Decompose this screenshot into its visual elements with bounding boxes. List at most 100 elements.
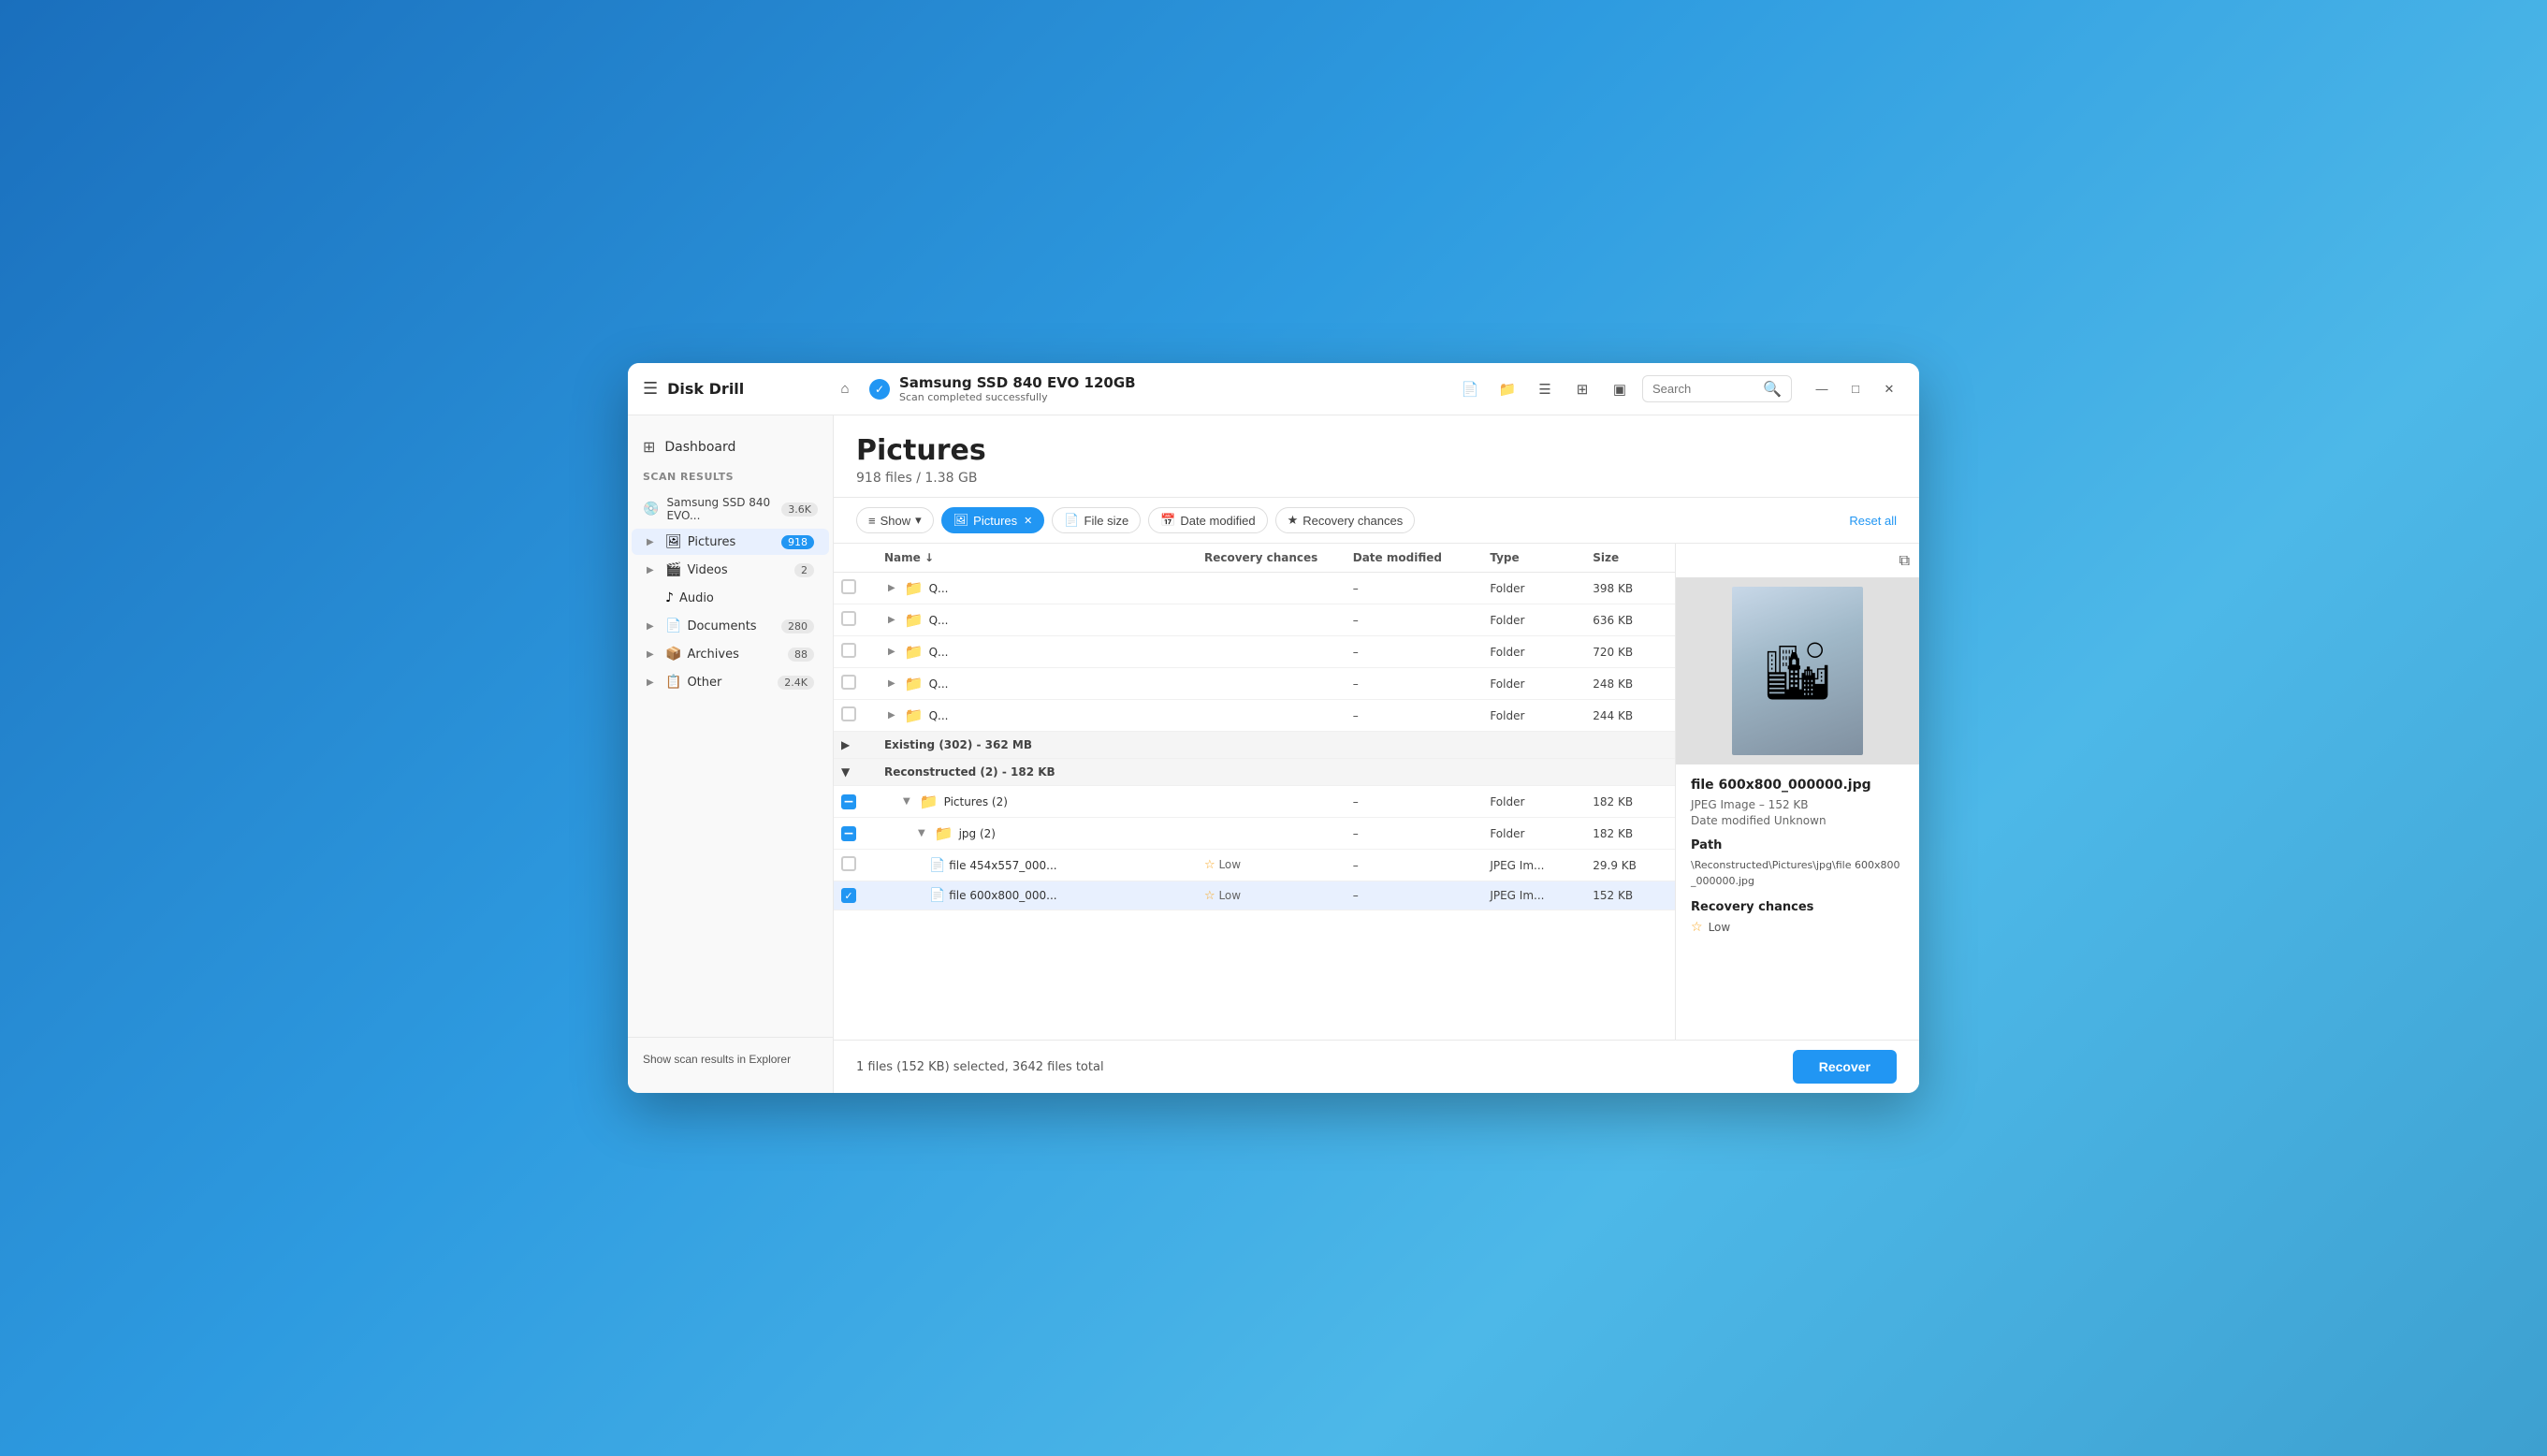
home-button[interactable]: ⌂ bbox=[830, 374, 860, 404]
table-row[interactable]: ▶ 📁 Q... – Folder 398 KB bbox=[834, 573, 1675, 604]
close-button[interactable]: ✕ bbox=[1874, 374, 1904, 404]
pictures-badge: 918 bbox=[781, 535, 814, 549]
sidebar-item-archives[interactable]: ▶ 📦 Archives 88 bbox=[632, 641, 829, 667]
table-row[interactable]: ▶ 📁 Q... – Folder 248 KB bbox=[834, 668, 1675, 700]
panel-view-button[interactable]: ▣ bbox=[1605, 374, 1635, 404]
row-checkbox-cell[interactable]: − bbox=[834, 818, 875, 850]
row-checkbox-cell[interactable] bbox=[834, 573, 875, 604]
row-checkbox-cell[interactable] bbox=[834, 700, 875, 732]
row-checkbox-checked[interactable]: ✓ bbox=[841, 888, 856, 903]
table-row[interactable]: 📄 file 454x557_000... ☆ Low – JPEG Im... bbox=[834, 850, 1675, 881]
existing-section-row[interactable]: ▶ Existing (302) - 362 MB bbox=[834, 732, 1675, 759]
recoverychances-filter-label: Recovery chances bbox=[1303, 514, 1403, 528]
datemod-filter-button[interactable]: 📅 Date modified bbox=[1148, 507, 1267, 533]
table-row[interactable]: ▶ 📁 Q... – Folder 636 KB bbox=[834, 604, 1675, 636]
chevron-right-icon: ▶ bbox=[647, 537, 660, 547]
pictures-filter-button[interactable]: 🖼 Pictures ✕ bbox=[941, 507, 1045, 533]
expand-icon[interactable]: ▶ bbox=[884, 710, 899, 721]
row-checkbox[interactable] bbox=[841, 856, 856, 871]
doc-view-button[interactable]: 📄 bbox=[1455, 374, 1485, 404]
table-row[interactable]: ▶ 📁 Q... – Folder 720 KB bbox=[834, 636, 1675, 668]
recoverychances-filter-button[interactable]: ★ Recovery chances bbox=[1275, 507, 1416, 533]
expand-icon[interactable]: ▶ bbox=[884, 647, 899, 657]
header-recovery[interactable]: Recovery chances bbox=[1195, 544, 1344, 573]
row-size: 152 KB bbox=[1583, 881, 1675, 910]
grid-view-button[interactable]: ⊞ bbox=[1567, 374, 1597, 404]
archives-badge: 88 bbox=[788, 648, 814, 662]
row-recovery bbox=[1195, 700, 1344, 732]
row-checkbox[interactable] bbox=[841, 706, 856, 721]
table-header-row: Name ↓ Recovery chances Date modified Ty… bbox=[834, 544, 1675, 573]
collapse-reconstructed-icon[interactable]: ▼ bbox=[841, 765, 850, 779]
star-filter-icon: ★ bbox=[1288, 513, 1299, 528]
show-filter-button[interactable]: ≡ Show ▾ bbox=[856, 507, 934, 533]
chevron-right-icon-docs: ▶ bbox=[647, 621, 660, 632]
row-checkbox-cell[interactable] bbox=[834, 604, 875, 636]
row-checkbox-cell[interactable]: ✓ bbox=[834, 881, 875, 910]
minimize-button[interactable]: — bbox=[1807, 374, 1837, 404]
search-input[interactable] bbox=[1652, 382, 1757, 396]
table-row[interactable]: − ▼ 📁 Pictures (2) bbox=[834, 786, 1675, 818]
header-type[interactable]: Type bbox=[1480, 544, 1583, 573]
row-checkbox-cell[interactable] bbox=[834, 668, 875, 700]
header-date[interactable]: Date modified bbox=[1344, 544, 1481, 573]
row-checkbox[interactable] bbox=[841, 579, 856, 594]
filter-icon: ≡ bbox=[868, 514, 876, 528]
list-view-button[interactable]: ☰ bbox=[1530, 374, 1560, 404]
table-row[interactable]: ▶ 📁 Q... – Folder 244 KB bbox=[834, 700, 1675, 732]
app-window: ☰ Disk Drill ⌂ ✓ Samsung SSD 840 EVO 120… bbox=[628, 363, 1919, 1093]
maximize-button[interactable]: □ bbox=[1841, 374, 1870, 404]
row-checkbox[interactable] bbox=[841, 643, 856, 658]
hamburger-icon[interactable]: ☰ bbox=[643, 379, 658, 399]
reconstructed-section-row[interactable]: ▼ Reconstructed (2) - 182 KB bbox=[834, 759, 1675, 786]
reset-all-button[interactable]: Reset all bbox=[1849, 514, 1897, 528]
row-recovery bbox=[1195, 668, 1344, 700]
sidebar-drive-item[interactable]: 💿 Samsung SSD 840 EVO... 3.6K bbox=[628, 490, 833, 528]
chevron-right-icon-archives: ▶ bbox=[647, 649, 660, 660]
row-checkbox-minus[interactable]: − bbox=[841, 826, 856, 841]
open-external-icon[interactable]: ⧉ bbox=[1899, 551, 1910, 570]
row-checkbox-minus[interactable]: − bbox=[841, 794, 856, 809]
selection-info: 1 files (152 KB) selected, 3642 files to… bbox=[856, 1060, 1793, 1074]
row-date: – bbox=[1344, 604, 1481, 636]
row-checkbox[interactable] bbox=[841, 675, 856, 690]
header-size[interactable]: Size bbox=[1583, 544, 1675, 573]
sidebar-item-audio[interactable]: ♪ Audio bbox=[632, 585, 829, 611]
expand-icon[interactable]: ▼ bbox=[899, 796, 914, 807]
show-in-explorer-button[interactable]: Show scan results in Explorer bbox=[643, 1053, 791, 1066]
section-collapse-cell[interactable]: ▼ bbox=[834, 759, 875, 786]
filesize-filter-button[interactable]: 📄 File size bbox=[1052, 507, 1141, 533]
documents-icon: 📄 bbox=[665, 619, 681, 633]
star-icon: ☆ bbox=[1204, 858, 1215, 872]
sidebar-item-videos[interactable]: ▶ 🎬 Videos 2 bbox=[632, 557, 829, 583]
row-recovery bbox=[1195, 636, 1344, 668]
row-checkbox[interactable] bbox=[841, 611, 856, 626]
device-status: Scan completed successfully bbox=[899, 391, 1136, 403]
row-checkbox-cell[interactable] bbox=[834, 850, 875, 881]
table-row[interactable]: − ▼ 📁 jpg (2) – bbox=[834, 818, 1675, 850]
sidebar-item-pictures[interactable]: ▶ 🖼 Pictures 918 bbox=[632, 529, 829, 555]
main-layout: ⊞ Dashboard Scan results 💿 Samsung SSD 8… bbox=[628, 415, 1919, 1093]
row-checkbox-cell[interactable]: − bbox=[834, 786, 875, 818]
expand-icon[interactable]: ▶ bbox=[884, 678, 899, 689]
sidebar-item-documents[interactable]: ▶ 📄 Documents 280 bbox=[632, 613, 829, 639]
row-name-cell: ▼ 📁 Pictures (2) bbox=[875, 786, 1195, 818]
table-row[interactable]: ✓ 📄 file 600x800_000... ☆ bbox=[834, 881, 1675, 910]
remove-pictures-filter-icon[interactable]: ✕ bbox=[1024, 515, 1032, 527]
pictures-filter-icon: 🖼 bbox=[953, 513, 969, 528]
sidebar-item-other[interactable]: ▶ 📋 Other 2.4K bbox=[632, 669, 829, 695]
header-name[interactable]: Name ↓ bbox=[875, 544, 1195, 573]
expand-icon[interactable]: ▶ bbox=[884, 583, 899, 593]
row-size: 248 KB bbox=[1583, 668, 1675, 700]
chevron-down-icon: ▾ bbox=[915, 513, 922, 528]
expand-icon[interactable]: ▼ bbox=[914, 828, 929, 838]
sidebar-dashboard-item[interactable]: ⊞ Dashboard bbox=[628, 430, 833, 463]
folder-view-button[interactable]: 📁 bbox=[1492, 374, 1522, 404]
file-table-container[interactable]: Name ↓ Recovery chances Date modified Ty… bbox=[834, 544, 1676, 1040]
expand-icon[interactable]: ▶ bbox=[884, 615, 899, 625]
search-icon: 🔍 bbox=[1763, 380, 1782, 398]
expand-existing-icon[interactable]: ▶ bbox=[841, 738, 850, 751]
section-expand-cell[interactable]: ▶ bbox=[834, 732, 875, 759]
recover-button[interactable]: Recover bbox=[1793, 1050, 1897, 1084]
row-checkbox-cell[interactable] bbox=[834, 636, 875, 668]
